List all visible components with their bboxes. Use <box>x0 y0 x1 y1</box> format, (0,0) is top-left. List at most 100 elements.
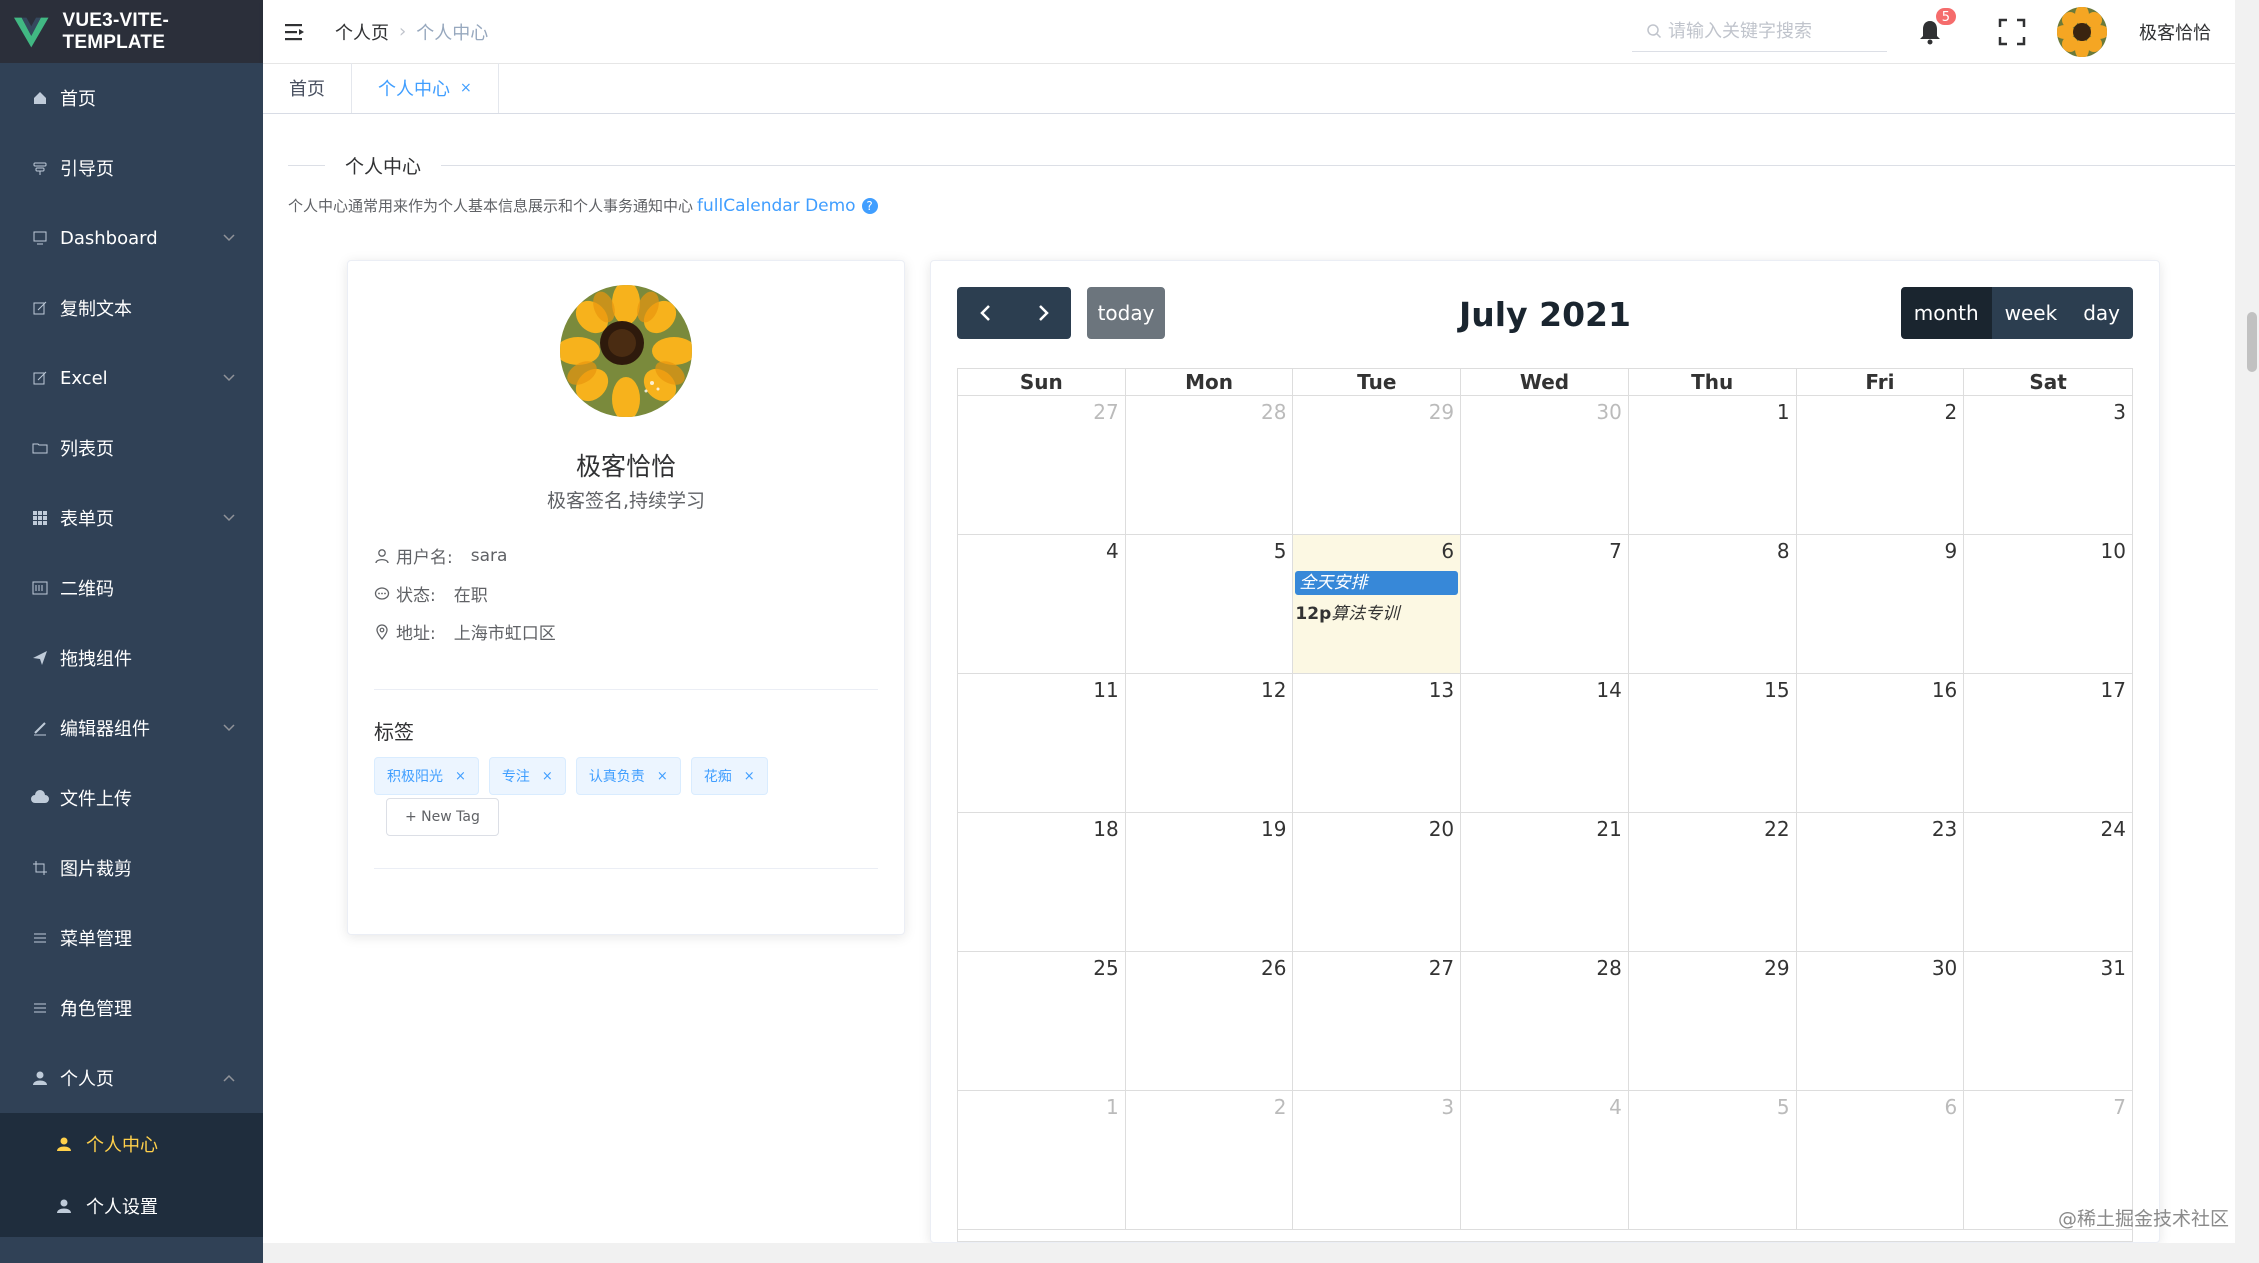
calendar-event-allday[interactable]: 全天安排 <box>1295 571 1459 595</box>
calendar-event-timed[interactable]: 12p算法专训 <box>1295 599 1399 624</box>
calendar-day-cell[interactable]: 5 <box>1628 1091 1797 1230</box>
sidebar-item[interactable]: 二维码 <box>0 553 263 623</box>
day-number[interactable]: 10 <box>2101 539 2126 563</box>
day-number[interactable]: 29 <box>1429 400 1454 424</box>
day-number[interactable]: 6 <box>1441 539 1454 563</box>
day-number[interactable]: 5 <box>1274 539 1287 563</box>
day-number[interactable]: 27 <box>1429 956 1454 980</box>
day-number[interactable]: 1 <box>1777 400 1790 424</box>
scroll-thumb[interactable] <box>2247 312 2257 372</box>
day-number[interactable]: 11 <box>1093 678 1118 702</box>
day-number[interactable]: 5 <box>1777 1095 1790 1119</box>
day-number[interactable]: 9 <box>1945 539 1958 563</box>
close-icon[interactable]: × <box>542 769 553 784</box>
day-number[interactable]: 4 <box>1106 539 1119 563</box>
day-number[interactable]: 25 <box>1093 956 1118 980</box>
help-icon[interactable]: ? <box>861 197 878 214</box>
sidebar-item[interactable]: Excel <box>0 343 263 413</box>
sidebar-item[interactable]: 个人页 <box>0 1043 263 1113</box>
day-number[interactable]: 20 <box>1429 817 1454 841</box>
avatar[interactable] <box>2057 6 2107 57</box>
calendar-day-cell[interactable]: 20 <box>1293 813 1462 952</box>
breadcrumb-item-personal[interactable]: 个人页 <box>335 19 389 45</box>
horizontal-scrollbar[interactable] <box>263 1243 2235 1263</box>
day-number[interactable]: 30 <box>1932 956 1957 980</box>
calendar-day-cell[interactable]: 9 <box>1796 535 1965 674</box>
calendar-day-cell[interactable]: 24 <box>1964 813 2132 952</box>
sidebar-item[interactable]: 编辑器组件 <box>0 693 263 763</box>
logo[interactable]: VUE3-VITE-TEMPLATE <box>0 0 263 63</box>
day-number[interactable]: 2 <box>1274 1095 1287 1119</box>
day-number[interactable]: 17 <box>2101 678 2126 702</box>
tab-home[interactable]: 首页 <box>263 63 352 113</box>
calendar-day-cell[interactable]: 16 <box>1796 674 1965 813</box>
notification-bell[interactable]: 5 <box>1915 6 1957 47</box>
calendar-day-cell[interactable]: 8 <box>1628 535 1797 674</box>
calendar-day-cell[interactable]: 12 <box>1125 674 1294 813</box>
sidebar-subitem[interactable]: 个人设置 <box>0 1175 263 1237</box>
day-number[interactable]: 24 <box>2101 817 2126 841</box>
sidebar-item[interactable]: 首页 <box>0 63 263 133</box>
calendar-day-cell[interactable]: 29 <box>1628 952 1797 1091</box>
calendar-day-cell[interactable]: 18 <box>958 813 1126 952</box>
view-week-button[interactable]: week <box>1991 287 2071 339</box>
calendar-day-cell[interactable]: 1 <box>1628 396 1797 535</box>
calendar-day-cell[interactable]: 17 <box>1964 674 2132 813</box>
hamburger-icon[interactable] <box>283 20 307 44</box>
calendar-day-cell[interactable]: 7 <box>1461 535 1629 674</box>
day-number[interactable]: 23 <box>1932 817 1957 841</box>
fullscreen-icon[interactable] <box>1997 17 2027 47</box>
username[interactable]: 极客恰恰 <box>2139 19 2211 45</box>
calendar-day-cell[interactable]: 5 <box>1125 535 1294 674</box>
day-number[interactable]: 16 <box>1932 678 1957 702</box>
day-number[interactable]: 30 <box>1596 400 1621 424</box>
close-icon[interactable]: × <box>460 80 472 96</box>
day-number[interactable]: 28 <box>1261 400 1286 424</box>
day-number[interactable]: 14 <box>1596 678 1621 702</box>
calendar-day-cell[interactable]: 30 <box>1461 396 1629 535</box>
day-number[interactable]: 29 <box>1764 956 1789 980</box>
sidebar-item[interactable]: 图片裁剪 <box>0 833 263 903</box>
view-month-button[interactable]: month <box>1900 287 1992 339</box>
day-number[interactable]: 8 <box>1777 539 1790 563</box>
calendar-day-cell[interactable]: 11 <box>958 674 1126 813</box>
day-number[interactable]: 31 <box>2101 956 2126 980</box>
tab-personal-center[interactable]: 个人中心 × <box>352 63 499 113</box>
day-number[interactable]: 12 <box>1261 678 1286 702</box>
search-input[interactable] <box>1668 20 1858 42</box>
calendar-day-cell[interactable]: 28 <box>1461 952 1629 1091</box>
sidebar-item[interactable]: 引导页 <box>0 133 263 203</box>
calendar-day-cell[interactable]: 23 <box>1796 813 1965 952</box>
view-day-button[interactable]: day <box>2070 287 2133 339</box>
calendar-day-cell[interactable]: 3 <box>1293 1091 1462 1230</box>
calendar-day-cell[interactable]: 10 <box>1964 535 2132 674</box>
new-tag-button[interactable]: + New Tag <box>386 798 499 836</box>
day-number[interactable]: 7 <box>2113 1095 2126 1119</box>
calendar-day-cell[interactable]: 26 <box>1125 952 1294 1091</box>
day-number[interactable]: 4 <box>1609 1095 1622 1119</box>
sidebar-item[interactable]: 角色管理 <box>0 973 263 1043</box>
sidebar-subitem[interactable]: 个人中心 <box>0 1113 263 1175</box>
day-number[interactable]: 1 <box>1106 1095 1119 1119</box>
fullcalendar-demo-link[interactable]: fullCalendar Demo <box>697 196 856 216</box>
calendar-day-cell[interactable]: 22 <box>1628 813 1797 952</box>
calendar-day-cell[interactable]: 2 <box>1796 396 1965 535</box>
calendar-day-cell[interactable]: 4 <box>1461 1091 1629 1230</box>
sidebar-item[interactable]: Dashboard <box>0 203 263 273</box>
calendar-day-cell[interactable]: 21 <box>1461 813 1629 952</box>
day-number[interactable]: 18 <box>1093 817 1118 841</box>
sidebar-item[interactable]: 列表页 <box>0 413 263 483</box>
sidebar-item[interactable]: 拖拽组件 <box>0 623 263 693</box>
calendar-day-cell[interactable]: 6 <box>1796 1091 1965 1230</box>
close-icon[interactable]: × <box>657 769 668 784</box>
vertical-scrollbar[interactable] <box>2235 0 2259 1263</box>
day-number[interactable]: 27 <box>1093 400 1118 424</box>
day-number[interactable]: 6 <box>1945 1095 1958 1119</box>
day-number[interactable]: 15 <box>1764 678 1789 702</box>
calendar-day-cell[interactable]: 6 全天安排 12p算法专训 <box>1293 535 1462 674</box>
calendar-day-cell[interactable]: 14 <box>1461 674 1629 813</box>
calendar-day-cell[interactable]: 31 <box>1964 952 2132 1091</box>
day-number[interactable]: 22 <box>1764 817 1789 841</box>
day-number[interactable]: 3 <box>1441 1095 1454 1119</box>
calendar-day-cell[interactable]: 2 <box>1125 1091 1294 1230</box>
